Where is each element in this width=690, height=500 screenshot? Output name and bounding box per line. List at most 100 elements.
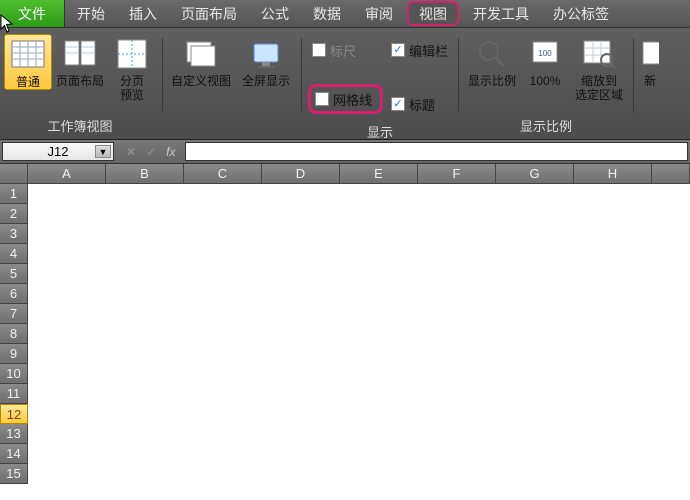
cell[interactable] — [184, 264, 262, 284]
cell[interactable] — [496, 224, 574, 244]
cell[interactable] — [496, 264, 574, 284]
cell[interactable] — [652, 304, 690, 324]
cell[interactable] — [28, 284, 106, 304]
cell[interactable] — [340, 304, 418, 324]
cell[interactable] — [574, 404, 652, 424]
cell[interactable] — [340, 464, 418, 484]
cell[interactable] — [574, 324, 652, 344]
cell[interactable] — [418, 324, 496, 344]
cell[interactable] — [28, 184, 106, 204]
cell[interactable] — [106, 304, 184, 324]
cell[interactable] — [418, 424, 496, 444]
cell[interactable] — [496, 284, 574, 304]
cell[interactable] — [496, 324, 574, 344]
cell[interactable] — [340, 324, 418, 344]
cell[interactable] — [652, 364, 690, 384]
cell[interactable] — [184, 184, 262, 204]
ruler-checkbox[interactable] — [312, 43, 326, 57]
cell[interactable] — [262, 364, 340, 384]
row-header[interactable]: 3 — [0, 224, 28, 244]
cell[interactable] — [574, 224, 652, 244]
cell[interactable] — [106, 384, 184, 404]
fx-label[interactable]: fx — [166, 145, 175, 159]
cell[interactable] — [28, 404, 106, 424]
cell[interactable] — [496, 404, 574, 424]
cell[interactable] — [418, 284, 496, 304]
cancel-icon[interactable]: ✕ — [126, 145, 136, 159]
cell[interactable] — [262, 284, 340, 304]
cell[interactable] — [652, 284, 690, 304]
cell[interactable] — [340, 344, 418, 364]
cell[interactable] — [106, 204, 184, 224]
cell[interactable] — [496, 364, 574, 384]
cell[interactable] — [184, 324, 262, 344]
spreadsheet-grid[interactable]: ABCDEFGH123456789101112131415 — [0, 164, 690, 484]
cell[interactable] — [574, 264, 652, 284]
gridlines-checkbox-row[interactable]: 网格线 — [315, 89, 372, 109]
cell[interactable] — [106, 184, 184, 204]
cell[interactable] — [340, 184, 418, 204]
name-box[interactable]: J12 ▼ — [2, 142, 114, 161]
cell[interactable] — [574, 464, 652, 484]
row-header[interactable]: 11 — [0, 384, 28, 404]
enter-icon[interactable]: ✓ — [146, 145, 156, 159]
row-header[interactable]: 12 — [0, 404, 28, 424]
custom-views-button[interactable]: 自定义视图 — [169, 34, 233, 88]
cell[interactable] — [340, 204, 418, 224]
tab-office-tabs[interactable]: 办公标签 — [541, 0, 621, 27]
cell[interactable] — [28, 244, 106, 264]
gridlines-checkbox[interactable] — [315, 92, 329, 106]
cell[interactable] — [574, 184, 652, 204]
cell[interactable] — [574, 384, 652, 404]
select-all-corner[interactable] — [0, 164, 28, 184]
row-header[interactable]: 9 — [0, 344, 28, 364]
cell[interactable] — [340, 424, 418, 444]
cell[interactable] — [28, 444, 106, 464]
cell[interactable] — [340, 364, 418, 384]
tab-home[interactable]: 开始 — [65, 0, 117, 27]
cell[interactable] — [262, 424, 340, 444]
cell[interactable] — [652, 184, 690, 204]
cell[interactable] — [184, 304, 262, 324]
cell[interactable] — [418, 224, 496, 244]
cell[interactable] — [106, 444, 184, 464]
cell[interactable] — [28, 304, 106, 324]
cell[interactable] — [106, 224, 184, 244]
cell[interactable] — [418, 384, 496, 404]
tab-developer[interactable]: 开发工具 — [461, 0, 541, 27]
cell[interactable] — [262, 184, 340, 204]
cell[interactable] — [184, 444, 262, 464]
cell[interactable] — [574, 244, 652, 264]
cell[interactable] — [418, 364, 496, 384]
cell[interactable] — [106, 264, 184, 284]
row-header[interactable]: 8 — [0, 324, 28, 344]
cell[interactable] — [106, 244, 184, 264]
cell[interactable] — [496, 384, 574, 404]
cell[interactable] — [652, 204, 690, 224]
cell[interactable] — [496, 464, 574, 484]
cell[interactable] — [262, 344, 340, 364]
cell[interactable] — [652, 224, 690, 244]
cell[interactable] — [28, 224, 106, 244]
cell[interactable] — [106, 464, 184, 484]
column-header[interactable]: E — [340, 164, 418, 184]
ruler-checkbox-row[interactable]: 标尺 — [312, 40, 379, 60]
cell[interactable] — [340, 384, 418, 404]
cell[interactable] — [262, 244, 340, 264]
full-screen-button[interactable]: 全屏显示 — [237, 34, 295, 88]
column-header[interactable]: G — [496, 164, 574, 184]
cell[interactable] — [28, 424, 106, 444]
cell[interactable] — [106, 284, 184, 304]
cell[interactable] — [418, 464, 496, 484]
row-header[interactable]: 15 — [0, 464, 28, 484]
cell[interactable] — [574, 204, 652, 224]
cell[interactable] — [262, 324, 340, 344]
cell[interactable] — [262, 304, 340, 324]
tab-data[interactable]: 数据 — [301, 0, 353, 27]
row-header[interactable]: 2 — [0, 204, 28, 224]
cell[interactable] — [574, 444, 652, 464]
tab-formulas[interactable]: 公式 — [249, 0, 301, 27]
cell[interactable] — [184, 344, 262, 364]
cell[interactable] — [28, 344, 106, 364]
cell[interactable] — [184, 244, 262, 264]
